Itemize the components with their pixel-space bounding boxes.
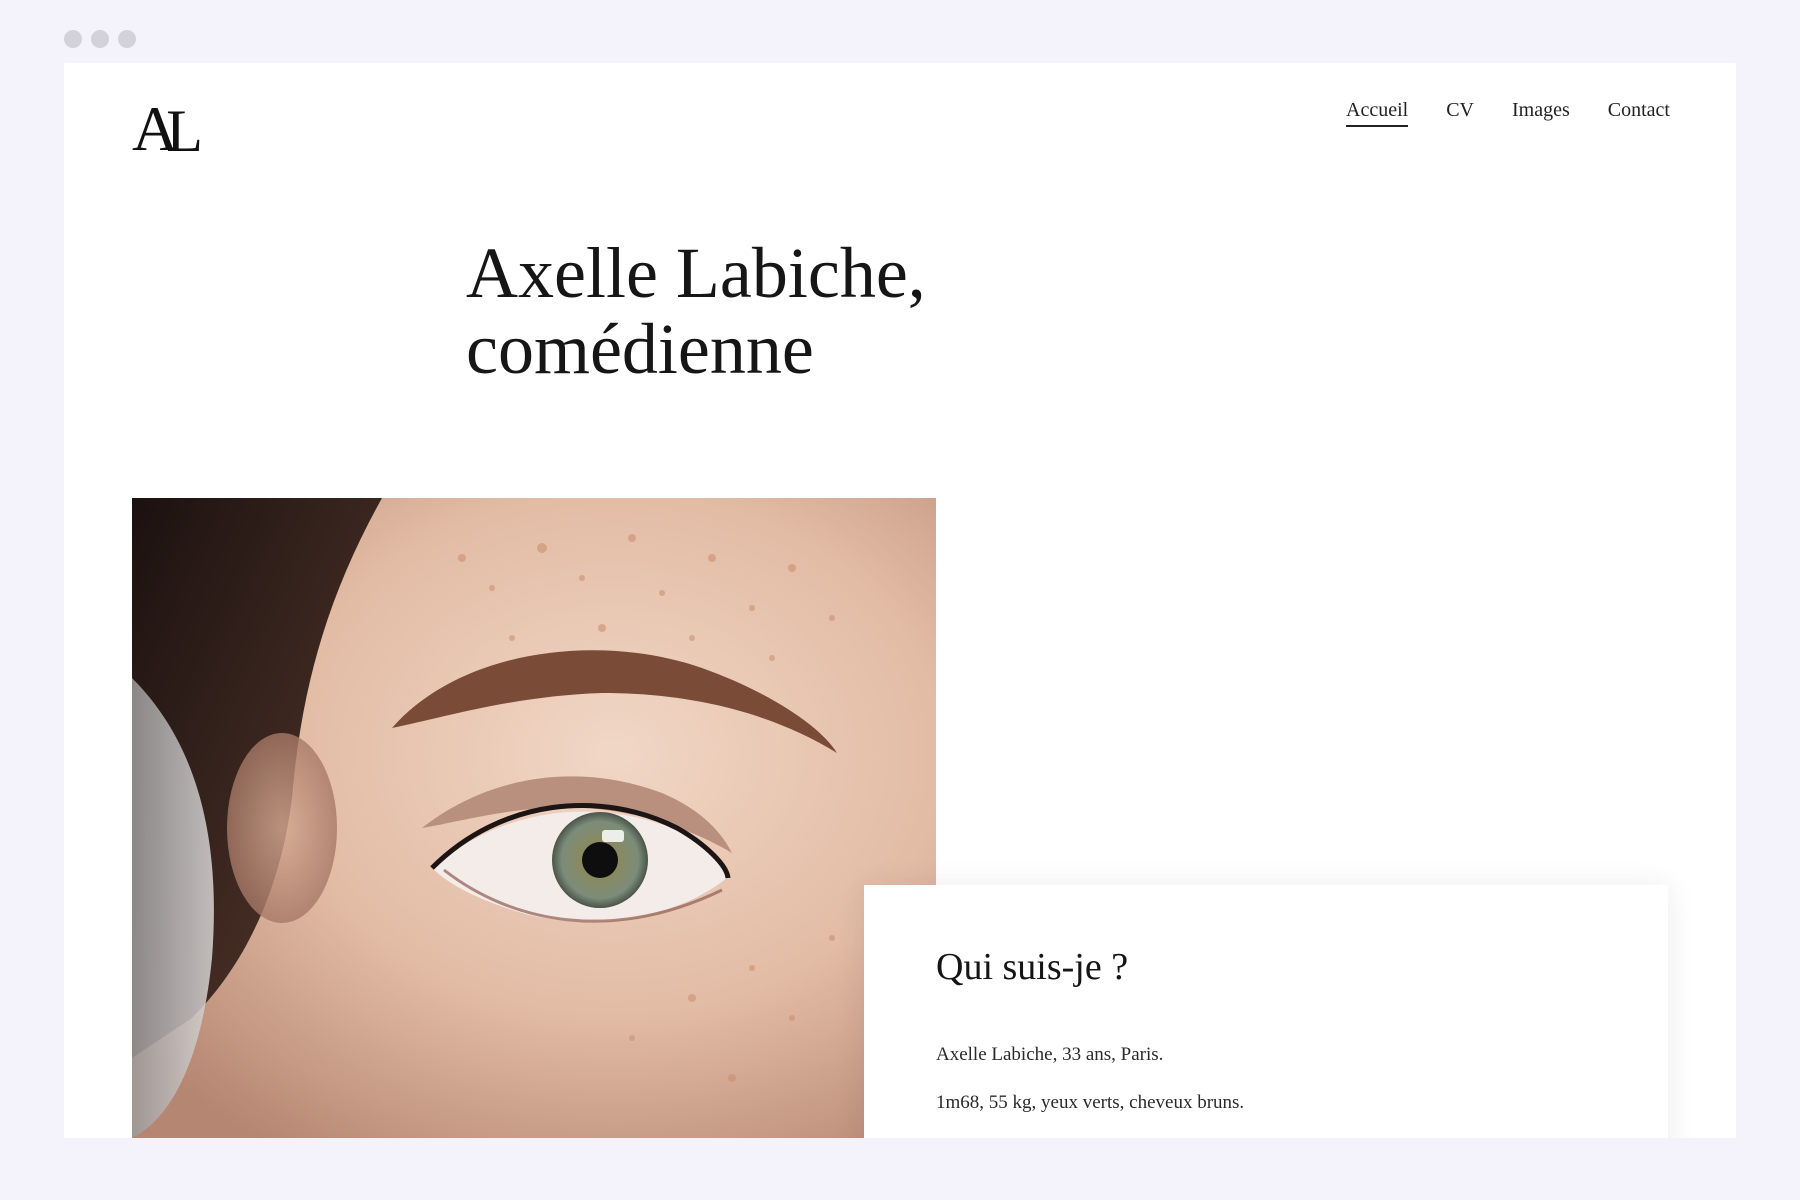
about-card: Qui suis-je ? Axelle Labiche, 33 ans, Pa…	[864, 885, 1668, 1138]
nav-link-contact[interactable]: Contact	[1608, 99, 1670, 127]
window-dot[interactable]	[91, 30, 109, 48]
nav-link-cv[interactable]: CV	[1446, 99, 1474, 127]
window-controls	[64, 30, 136, 48]
about-line-identity: Axelle Labiche, 33 ans, Paris.	[936, 1044, 1164, 1065]
window-dot[interactable]	[64, 30, 82, 48]
logo-letter-a: A	[132, 93, 178, 164]
portrait-photo	[132, 498, 936, 1138]
hero-title-line-2: comédienne	[466, 309, 814, 389]
hero-title: Axelle Labiche, comédienne	[466, 235, 926, 387]
site-logo[interactable]: A L	[132, 81, 203, 164]
browser-page: A L Accueil CV Images Contact Axelle Lab…	[64, 63, 1736, 1138]
hero-title-line-1: Axelle Labiche,	[466, 233, 926, 313]
nav-link-accueil[interactable]: Accueil	[1346, 99, 1409, 127]
main-nav: Accueil CV Images Contact	[1346, 99, 1670, 127]
nav-link-images[interactable]: Images	[1512, 99, 1570, 127]
logo-letter-l: L	[166, 98, 203, 164]
window-dot[interactable]	[118, 30, 136, 48]
about-line-physical: 1m68, 55 kg, yeux verts, cheveux bruns.	[936, 1092, 1245, 1113]
about-title: Qui suis-je ?	[936, 946, 1129, 988]
